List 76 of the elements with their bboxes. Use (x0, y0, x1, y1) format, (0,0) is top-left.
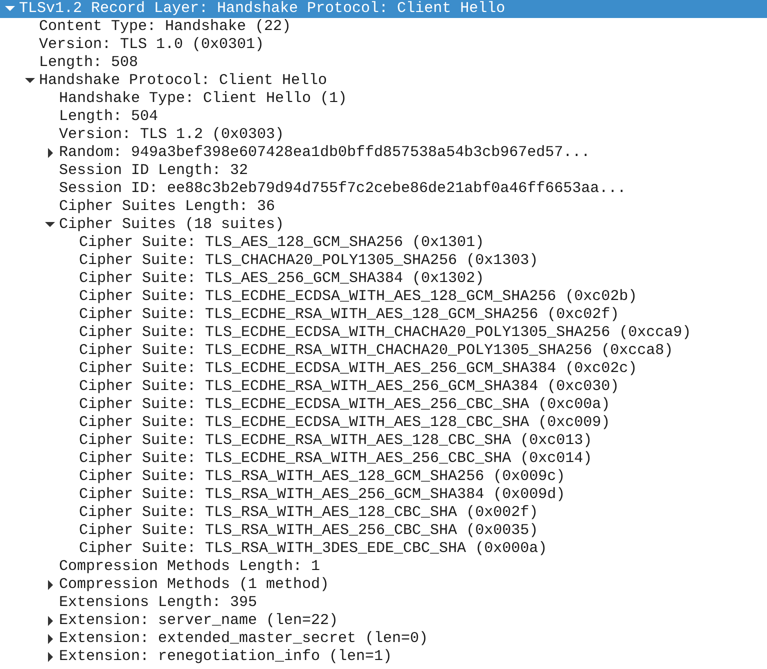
tree-row[interactable]: Cipher Suite: TLS_AES_128_GCM_SHA256 (0x1301) (0, 234, 767, 252)
tree-label: Cipher Suite: TLS_RSA_WITH_AES_256_GCM_SHA384 (0x009d) (79, 486, 566, 504)
tree-label: Compression Methods Length: 1 (59, 558, 320, 576)
tree-row[interactable]: Cipher Suite: TLS_ECDHE_ECDSA_WITH_AES_128_CBC_SHA (0xc009) (0, 414, 767, 432)
tree-label: Cipher Suites (18 suites) (59, 216, 284, 234)
tree-row[interactable]: Cipher Suite: TLS_CHACHA20_POLY1305_SHA256 (0x1303) (0, 252, 767, 270)
tree-row[interactable]: Cipher Suite: TLS_ECDHE_ECDSA_WITH_AES_256_GCM_SHA384 (0xc02c) (0, 360, 767, 378)
tree-label: Length: 508 (39, 54, 138, 72)
tree-row[interactable]: Cipher Suite: TLS_RSA_WITH_AES_256_CBC_SHA (0x0035) (0, 522, 767, 540)
tree-row[interactable]: Cipher Suite: TLS_ECDHE_RSA_WITH_AES_128_GCM_SHA256 (0xc02f) (0, 306, 767, 324)
tree-label: Cipher Suites Length: 36 (59, 198, 276, 216)
tree-label: Cipher Suite: TLS_ECDHE_ECDSA_WITH_AES_256_CBC_SHA (0xc00a) (79, 396, 610, 414)
tree-row[interactable]: Extension: extended_master_secret (len=0) (0, 630, 767, 648)
tree-label: Cipher Suite: TLS_RSA_WITH_AES_128_CBC_SHA (0x002f) (79, 504, 538, 522)
tree-label: Cipher Suite: TLS_AES_128_GCM_SHA256 (0x1301) (79, 234, 484, 252)
tree-label: Compression Methods (1 method) (59, 576, 330, 594)
tree-row[interactable]: Cipher Suite: TLS_ECDHE_RSA_WITH_CHACHA20_POLY1305_SHA256 (0xcca8) (0, 342, 767, 360)
tree-label: Extension: extended_master_secret (len=0) (59, 630, 428, 648)
tree-row[interactable]: Cipher Suite: TLS_RSA_WITH_AES_128_GCM_SHA256 (0x009c) (0, 468, 767, 486)
tree-label: Cipher Suite: TLS_CHACHA20_POLY1305_SHA256 (0x1303) (79, 252, 538, 270)
tree-label: TLSv1.2 Record Layer: Handshake Protocol: Client Hello (19, 0, 506, 18)
tree-row[interactable]: Extension: renegotiation_info (len=1) (0, 648, 767, 666)
tree-label: Extension: renegotiation_info (len=1) (59, 648, 392, 666)
tree-row[interactable]: Random: 949a3bef398e607428ea1db0bffd857538a54b3cb967ed57... (0, 144, 767, 162)
tree-label: Cipher Suite: TLS_ECDHE_ECDSA_WITH_AES_256_GCM_SHA384 (0xc02c) (79, 360, 638, 378)
tree-label: Extension: server_name (len=22) (59, 612, 338, 630)
tree-row[interactable]: Length: 508 (0, 54, 767, 72)
tree-row[interactable]: Session ID: ee88c3b2eb79d94d755f7c2cebe86de21abf0a46ff6653aa... (0, 180, 767, 198)
tree-row[interactable]: Cipher Suite: TLS_RSA_WITH_3DES_EDE_CBC_SHA (0x000a) (0, 540, 767, 558)
tree-label: Cipher Suite: TLS_RSA_WITH_3DES_EDE_CBC_SHA (0x000a) (79, 540, 548, 558)
tree-label: Cipher Suite: TLS_ECDHE_RSA_WITH_AES_256_CBC_SHA (0xc014) (79, 450, 592, 468)
tree-row[interactable]: Content Type: Handshake (22) (0, 18, 767, 36)
tree-label: Cipher Suite: TLS_ECDHE_RSA_WITH_AES_256_GCM_SHA384 (0xc030) (79, 378, 620, 396)
tree-label: Cipher Suite: TLS_AES_256_GCM_SHA384 (0x1302) (79, 270, 484, 288)
tree-row[interactable]: Session ID Length: 32 (0, 162, 767, 180)
tree-row[interactable]: Cipher Suites Length: 36 (0, 198, 767, 216)
tree-row[interactable]: Length: 504 (0, 108, 767, 126)
tree-label: Cipher Suite: TLS_RSA_WITH_AES_256_CBC_SHA (0x0035) (79, 522, 538, 540)
tree-label: Cipher Suite: TLS_RSA_WITH_AES_128_GCM_SHA256 (0x009c) (79, 468, 566, 486)
tree-row[interactable]: Compression Methods (1 method) (0, 576, 767, 594)
tree-label: Version: TLS 1.2 (0x0303) (59, 126, 284, 144)
tree-label: Random: 949a3bef398e607428ea1db0bffd857538a54b3cb967ed57... (59, 144, 590, 162)
tree-label: Version: TLS 1.0 (0x0301) (39, 36, 264, 54)
tree-label: Cipher Suite: TLS_ECDHE_ECDSA_WITH_CHACHA20_POLY1305_SHA256 (0xcca9) (79, 324, 692, 342)
tree-label: Cipher Suite: TLS_ECDHE_ECDSA_WITH_AES_128_GCM_SHA256 (0xc02b) (79, 288, 638, 306)
expanded-arrow-icon[interactable] (24, 76, 34, 86)
tree-row[interactable]: Cipher Suite: TLS_AES_256_GCM_SHA384 (0x1302) (0, 270, 767, 288)
tree-row[interactable]: Compression Methods Length: 1 (0, 558, 767, 576)
tree-label: Handshake Type: Client Hello (1) (59, 90, 348, 108)
tree-row[interactable]: Cipher Suite: TLS_ECDHE_RSA_WITH_AES_256_CBC_SHA (0xc014) (0, 450, 767, 468)
tree-row[interactable]: Handshake Protocol: Client Hello (0, 72, 767, 90)
tree-row[interactable]: Handshake Type: Client Hello (1) (0, 90, 767, 108)
tree-row[interactable]: Version: TLS 1.0 (0x0301) (0, 36, 767, 54)
tree-row[interactable]: Extension: server_name (len=22) (0, 612, 767, 630)
tree-row[interactable]: Version: TLS 1.2 (0x0303) (0, 126, 767, 144)
tree-label: Extensions Length: 395 (59, 594, 258, 612)
expanded-arrow-icon[interactable] (44, 220, 54, 230)
tree-label: Cipher Suite: TLS_ECDHE_RSA_WITH_AES_128_CBC_SHA (0xc013) (79, 432, 592, 450)
tree-label: Content Type: Handshake (22) (39, 18, 292, 36)
tree-row[interactable]: Cipher Suite: TLS_ECDHE_RSA_WITH_AES_128_CBC_SHA (0xc013) (0, 432, 767, 450)
tree-label: Handshake Protocol: Client Hello (39, 72, 328, 90)
tree-row[interactable]: TLSv1.2 Record Layer: Handshake Protocol: Client Hello (0, 0, 767, 18)
tree-label: Session ID Length: 32 (59, 162, 248, 180)
tree-row[interactable]: Cipher Suite: TLS_ECDHE_RSA_WITH_AES_256_GCM_SHA384 (0xc030) (0, 378, 767, 396)
tree-label: Session ID: ee88c3b2eb79d94d755f7c2cebe86de21abf0a46ff6653aa... (59, 180, 626, 198)
tree-row[interactable]: Cipher Suite: TLS_RSA_WITH_AES_128_CBC_SHA (0x002f) (0, 504, 767, 522)
tree-label: Cipher Suite: TLS_ECDHE_RSA_WITH_AES_128_GCM_SHA256 (0xc02f) (79, 306, 620, 324)
tree-label: Length: 504 (59, 108, 158, 126)
tree-row[interactable]: Cipher Suite: TLS_ECDHE_ECDSA_WITH_CHACHA20_POLY1305_SHA256 (0xcca9) (0, 324, 767, 342)
tree-row[interactable]: Cipher Suite: TLS_RSA_WITH_AES_256_GCM_SHA384 (0x009d) (0, 486, 767, 504)
tree-row[interactable]: Cipher Suite: TLS_ECDHE_ECDSA_WITH_AES_256_CBC_SHA (0xc00a) (0, 396, 767, 414)
tree-row[interactable]: Extensions Length: 395 (0, 594, 767, 612)
tree-row[interactable]: Cipher Suites (18 suites) (0, 216, 767, 234)
tree-row[interactable]: Cipher Suite: TLS_ECDHE_ECDSA_WITH_AES_128_GCM_SHA256 (0xc02b) (0, 288, 767, 306)
tree-label: Cipher Suite: TLS_ECDHE_ECDSA_WITH_AES_128_CBC_SHA (0xc009) (79, 414, 610, 432)
tree-label: Cipher Suite: TLS_ECDHE_RSA_WITH_CHACHA20_POLY1305_SHA256 (0xcca8) (79, 342, 674, 360)
